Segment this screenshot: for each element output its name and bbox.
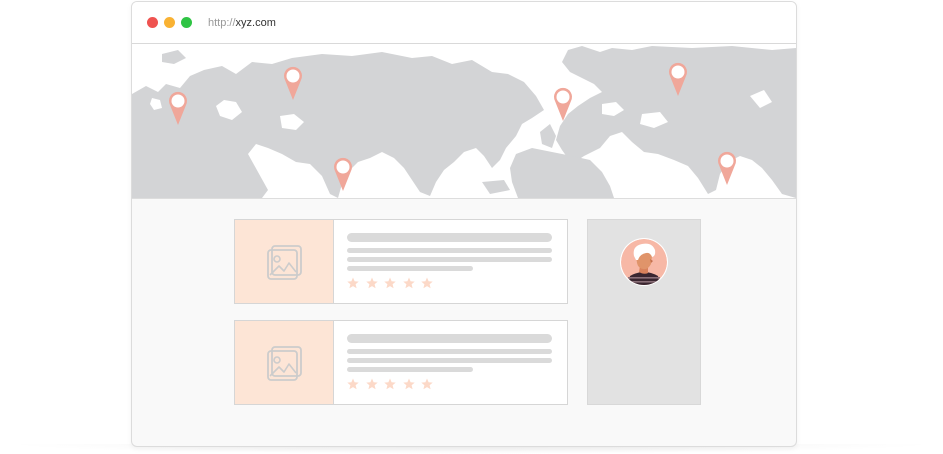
star-icon: [402, 277, 415, 289]
profile-panel: [587, 219, 701, 405]
star-icon: [384, 378, 396, 390]
maximize-window-button[interactable]: [181, 17, 192, 28]
browser-window: http://xyz.com: [131, 1, 797, 447]
image-placeholder-icon: [267, 245, 302, 280]
card-thumbnail: [235, 220, 334, 303]
url-protocol: http://: [208, 17, 236, 29]
minimize-window-button[interactable]: [164, 17, 175, 28]
card-text-placeholder: [347, 367, 473, 372]
star-icon: [421, 277, 433, 289]
card-text-placeholder: [347, 248, 552, 253]
address-bar[interactable]: http://xyz.com: [208, 16, 276, 30]
card-thumbnail: [235, 321, 334, 404]
world-map: [132, 44, 796, 199]
card-text-placeholder: [347, 257, 552, 262]
card-text-placeholder: [347, 266, 473, 271]
user-avatar-icon[interactable]: [620, 238, 668, 286]
card-title-placeholder: [347, 233, 552, 242]
card-title-placeholder: [347, 334, 552, 343]
star-icon: [347, 277, 359, 289]
star-icon: [347, 378, 359, 390]
close-window-button[interactable]: [147, 17, 158, 28]
listing-card[interactable]: [234, 320, 568, 405]
world-map-graphic: [132, 46, 796, 198]
image-placeholder-icon: [267, 346, 302, 381]
star-icon: [384, 277, 396, 289]
card-text-placeholder: [347, 358, 552, 363]
star-icon: [365, 277, 378, 289]
url-host: xyz.com: [235, 17, 276, 29]
listing-card[interactable]: [234, 219, 568, 304]
star-icon: [365, 378, 378, 390]
card-text-placeholder: [347, 349, 552, 354]
star-icon: [421, 378, 433, 390]
map-pin-marker[interactable]: [718, 151, 736, 185]
star-icon: [402, 378, 415, 390]
browser-titlebar: http://xyz.com: [132, 2, 796, 44]
